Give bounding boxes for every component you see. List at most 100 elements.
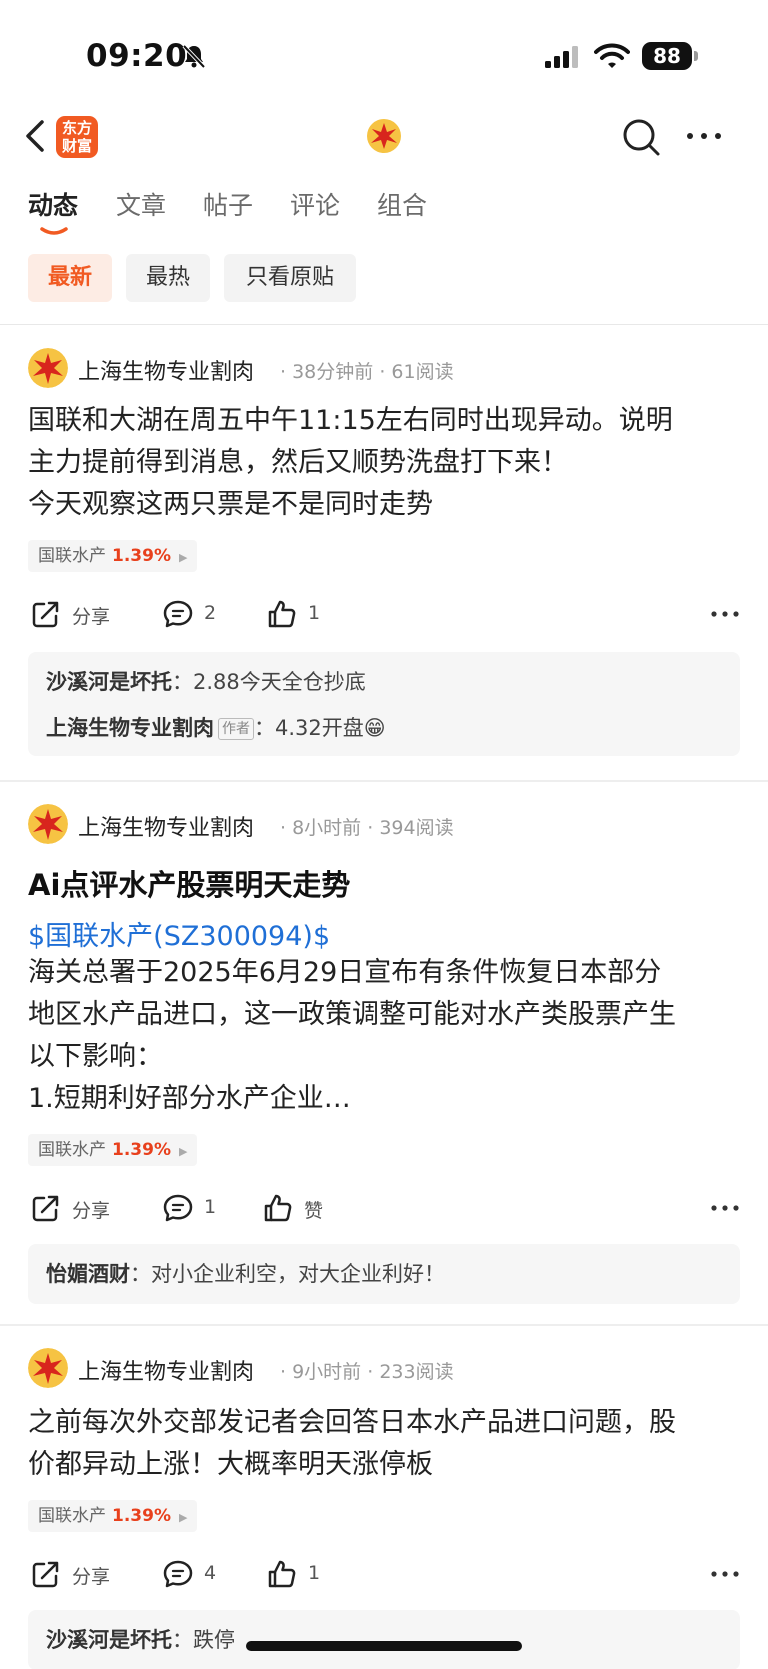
post-reads: 233阅读 [379, 1361, 454, 1383]
comment-text: 4.32开盘😁 [275, 716, 386, 740]
author-name[interactable]: 上海生物专业割肉 [78, 354, 254, 386]
more-icon[interactable] [710, 1196, 740, 1220]
comment-user[interactable]: 怡媚酒财 [46, 1262, 130, 1286]
post-body-line: 之前每次外交部发记者会回答日本水产品进口问题，股 [28, 1407, 676, 1438]
wifi-icon [594, 43, 630, 68]
comment-item: 怡媚酒财：对小企业利空，对大企业利好！ [46, 1262, 445, 1286]
stock-tag[interactable]: 国联水产 1.39% ▶ [28, 1500, 198, 1532]
post-body-line: 地区水产品进口，这一政策调整可能对水产类股票产生 [28, 999, 676, 1030]
filter-original-only[interactable]: 只看原贴 [224, 254, 356, 302]
stock-change: 1.39% [112, 1506, 171, 1526]
tab-pinglun[interactable]: 评论 [290, 186, 340, 222]
post-header: 上海生物专业割肉 · 38分钟前 · 61阅读 [28, 348, 748, 388]
author-name[interactable]: 上海生物专业割肉 [78, 810, 254, 842]
comment-icon [163, 1194, 193, 1222]
comment-user[interactable]: 上海生物专业割肉 [46, 716, 214, 740]
eastmoney-logo[interactable]: 东方 财富 [56, 116, 98, 158]
share-button[interactable]: 分享 [28, 1554, 128, 1594]
comment-item: 上海生物专业割肉 作者 ：4.32开盘😁 [46, 716, 386, 740]
profile-avatar-icon[interactable] [366, 118, 402, 154]
post-meta: · 9小时前 · 233阅读 [280, 1361, 454, 1383]
post-time: 38分钟前 [292, 361, 374, 383]
filter-hot[interactable]: 最热 [126, 254, 210, 302]
brand-line-2: 财富 [61, 137, 92, 155]
comment-preview[interactable]: 怡媚酒财：对小企业利空，对大企业利好！ [28, 1244, 740, 1304]
thumbs-up-icon [264, 1194, 292, 1222]
more-icon[interactable] [710, 1562, 740, 1586]
post-body-line: 1.短期利好部分水产企业… [28, 1083, 351, 1114]
comment-button[interactable]: 1 [160, 1188, 240, 1228]
comment-preview[interactable]: 沙溪河是坏托：跌停 [28, 1610, 740, 1669]
stock-name: 国联水产 [38, 1140, 106, 1160]
post-meta: · 8小时前 · 394阅读 [280, 817, 454, 839]
post-actions: 分享 4 1 [28, 1554, 740, 1594]
author-badge: 作者 [218, 718, 254, 740]
post-body-line: 国联和大湖在周五中午11:15左右同时出现异动。说明 [28, 405, 673, 436]
comment-count: 1 [204, 1196, 217, 1218]
stock-name: 国联水产 [38, 546, 106, 566]
more-icon[interactable] [710, 602, 740, 626]
share-button[interactable]: 分享 [28, 1188, 128, 1228]
stock-tag[interactable]: 国联水产 1.39% ▶ [28, 540, 198, 572]
comment-button[interactable]: 4 [160, 1554, 240, 1594]
tab-bar: 动态 文章 帖子 评论 组合 [0, 186, 768, 246]
post-time: 8小时前 [292, 817, 362, 839]
thumbs-up-icon [268, 1560, 296, 1588]
author-avatar[interactable] [28, 804, 68, 844]
comment-user[interactable]: 沙溪河是坏托 [46, 670, 172, 694]
post-actions: 分享 1 赞 [28, 1188, 740, 1228]
post-header: 上海生物专业割肉 · 8小时前 · 394阅读 [28, 804, 748, 844]
comment-user[interactable]: 沙溪河是坏托 [46, 1628, 172, 1652]
active-tab-indicator [40, 227, 68, 235]
post-divider [0, 1324, 768, 1326]
share-label: 分享 [72, 1566, 111, 1588]
post-reads: 61阅读 [391, 361, 454, 383]
stock-tag[interactable]: 国联水产 1.39% ▶ [28, 1134, 198, 1166]
like-label: 赞 [304, 1200, 324, 1222]
post-body-line: 价都异动上涨！大概率明天涨停板 [28, 1449, 433, 1480]
arrow-right-icon: ▶ [178, 1511, 188, 1524]
arrow-right-icon: ▶ [178, 1145, 188, 1158]
like-count: 1 [308, 602, 321, 624]
like-button[interactable]: 赞 [260, 1188, 350, 1228]
filter-bar: 最新 最热 只看原贴 [0, 254, 768, 304]
post-body-line: 主力提前得到消息，然后又顺势洗盘打下来！ [28, 447, 568, 478]
comment-preview[interactable]: 沙溪河是坏托：2.88今天全仓抄底 上海生物专业割肉 作者 ：4.32开盘😁 [28, 652, 740, 756]
author-avatar[interactable] [28, 348, 68, 388]
stock-change: 1.39% [112, 1140, 171, 1160]
author-avatar[interactable] [28, 1348, 68, 1388]
arrow-right-icon: ▶ [178, 551, 188, 564]
share-button[interactable]: 分享 [28, 594, 128, 634]
share-icon [32, 601, 59, 628]
search-icon[interactable] [620, 116, 662, 158]
nav-bar: 东方 财富 [0, 108, 768, 164]
filter-latest[interactable]: 最新 [28, 254, 112, 302]
tab-zuhe[interactable]: 组合 [377, 186, 427, 222]
tab-wenzhang[interactable]: 文章 [116, 186, 166, 222]
tab-tiezi[interactable]: 帖子 [203, 186, 253, 222]
stock-link[interactable]: $国联水产(SZ300094)$ [28, 914, 330, 953]
comment-icon [163, 1560, 193, 1588]
post-body[interactable]: 海关总署于2025年6月29日宣布有条件恢复日本部分 地区水产品进口，这一政策调… [28, 952, 748, 1120]
cellular-signal-icon [545, 46, 578, 68]
comment-count: 2 [204, 602, 217, 624]
like-button[interactable]: 1 [264, 1554, 344, 1594]
comment-button[interactable]: 2 [160, 594, 240, 634]
like-count: 1 [308, 1562, 321, 1584]
post-time: 9小时前 [292, 1361, 362, 1383]
post-body[interactable]: 之前每次外交部发记者会回答日本水产品进口问题，股 价都异动上涨！大概率明天涨停板 [28, 1402, 748, 1486]
more-icon[interactable] [684, 124, 724, 148]
like-button[interactable]: 1 [264, 594, 344, 634]
status-bar: 09:20 88 [0, 0, 768, 100]
tab-dongtai[interactable]: 动态 [28, 186, 78, 222]
stock-name: 国联水产 [38, 1506, 106, 1526]
author-name[interactable]: 上海生物专业割肉 [78, 1354, 254, 1386]
stock-change: 1.39% [112, 546, 171, 566]
back-icon[interactable] [22, 116, 48, 156]
share-icon [32, 1561, 59, 1588]
battery-icon: 88 [642, 42, 700, 70]
post-title[interactable]: Ai点评水产股票明天走势 [28, 862, 350, 904]
comment-text: 2.88今天全仓抄底 [193, 670, 366, 694]
home-indicator[interactable] [246, 1641, 522, 1651]
post-body[interactable]: 国联和大湖在周五中午11:15左右同时出现异动。说明 主力提前得到消息，然后又顺… [28, 400, 748, 526]
